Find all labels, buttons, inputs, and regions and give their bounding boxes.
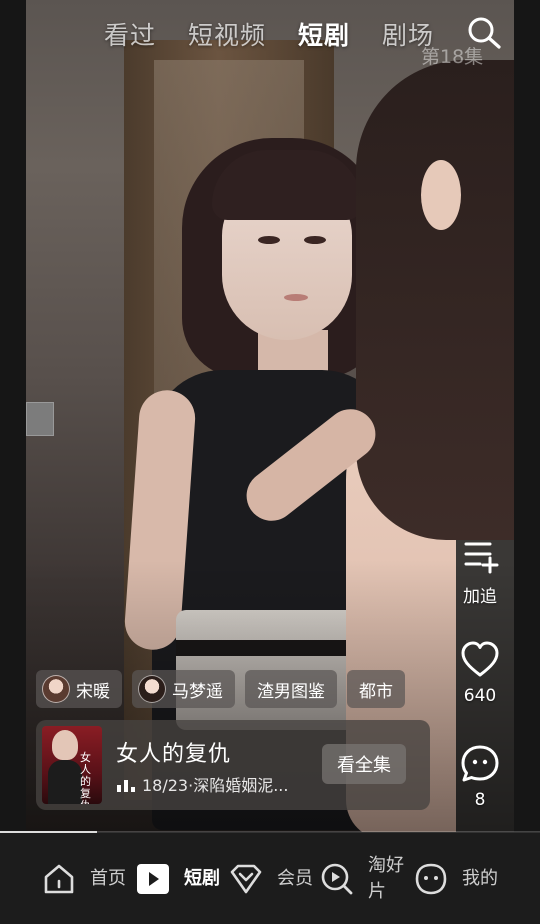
genre-tag[interactable]: 都市 bbox=[347, 670, 405, 708]
drama-title: 女人的复仇 bbox=[116, 742, 232, 767]
heart-icon bbox=[461, 641, 499, 677]
drama-info-card[interactable]: 女人的复仇 女人的复仇 18/23·深陷婚姻泥... 看全集 bbox=[36, 720, 430, 810]
drama-episode-info: 18/23·深陷婚姻泥... bbox=[116, 772, 288, 796]
profile-face-icon bbox=[415, 863, 447, 894]
vip-diamond-icon bbox=[230, 864, 262, 893]
genre-tag[interactable]: 渣男图鉴 bbox=[245, 670, 337, 708]
bar-chart-icon bbox=[117, 780, 135, 792]
actor-name: 马梦遥 bbox=[172, 681, 223, 702]
comment-count: 8 bbox=[474, 790, 486, 810]
tag-list: 宋暖 马梦遥 渣男图鉴 都市 bbox=[36, 670, 405, 708]
genre-label: 都市 bbox=[359, 681, 393, 702]
nav-profile[interactable]: 我的 bbox=[414, 833, 498, 924]
play-icon bbox=[137, 863, 169, 894]
nav-short-drama-label: 短剧 bbox=[184, 867, 220, 889]
episode-label: 第18集 bbox=[421, 46, 484, 68]
genre-label: 渣男图鉴 bbox=[257, 681, 325, 702]
like-button[interactable]: 640 bbox=[455, 640, 505, 706]
poster-title: 女人的复仇 bbox=[80, 751, 91, 805]
actor-avatar bbox=[42, 675, 70, 703]
home-icon bbox=[44, 864, 74, 893]
nav-home[interactable]: 首页 bbox=[42, 833, 126, 924]
like-count: 640 bbox=[463, 686, 497, 706]
nav-vip-label: 会员 bbox=[277, 867, 313, 889]
add-to-follow-button[interactable]: 加追 bbox=[455, 536, 505, 607]
nav-profile-label: 我的 bbox=[462, 867, 498, 889]
watch-all-episodes-button[interactable]: 看全集 bbox=[322, 744, 406, 784]
tab-short-drama[interactable]: 短剧 bbox=[298, 16, 350, 52]
comment-button[interactable]: 8 bbox=[455, 744, 505, 810]
drama-subtitle: 18/23·深陷婚姻泥... bbox=[142, 776, 289, 795]
right-letterbox bbox=[514, 0, 540, 832]
top-tab-bar: 看过 短视频 短剧 剧场 bbox=[104, 16, 434, 52]
actor-tag[interactable]: 马梦遥 bbox=[132, 670, 235, 708]
actor-avatar bbox=[138, 675, 166, 703]
nav-discover-label: 淘好片 bbox=[368, 854, 404, 902]
comment-bubble-icon bbox=[461, 745, 499, 782]
left-letterbox bbox=[0, 0, 26, 832]
nav-discover[interactable]: 淘好片 bbox=[320, 833, 408, 924]
add-follow-label: 加追 bbox=[463, 587, 497, 607]
actor-name: 宋暖 bbox=[76, 681, 110, 702]
discover-search-icon bbox=[321, 863, 353, 894]
add-list-icon bbox=[464, 542, 499, 574]
nav-home-label: 首页 bbox=[90, 867, 126, 889]
tab-watched[interactable]: 看过 bbox=[104, 16, 156, 52]
bottom-nav: 首页 短剧 会员 淘好片 我的 bbox=[0, 833, 540, 924]
nav-short-drama[interactable]: 短剧 bbox=[136, 833, 220, 924]
nav-vip[interactable]: 会员 bbox=[229, 833, 313, 924]
tab-short-video[interactable]: 短视频 bbox=[188, 16, 266, 52]
drama-poster: 女人的复仇 bbox=[42, 726, 102, 804]
actor-tag[interactable]: 宋暖 bbox=[36, 670, 122, 708]
